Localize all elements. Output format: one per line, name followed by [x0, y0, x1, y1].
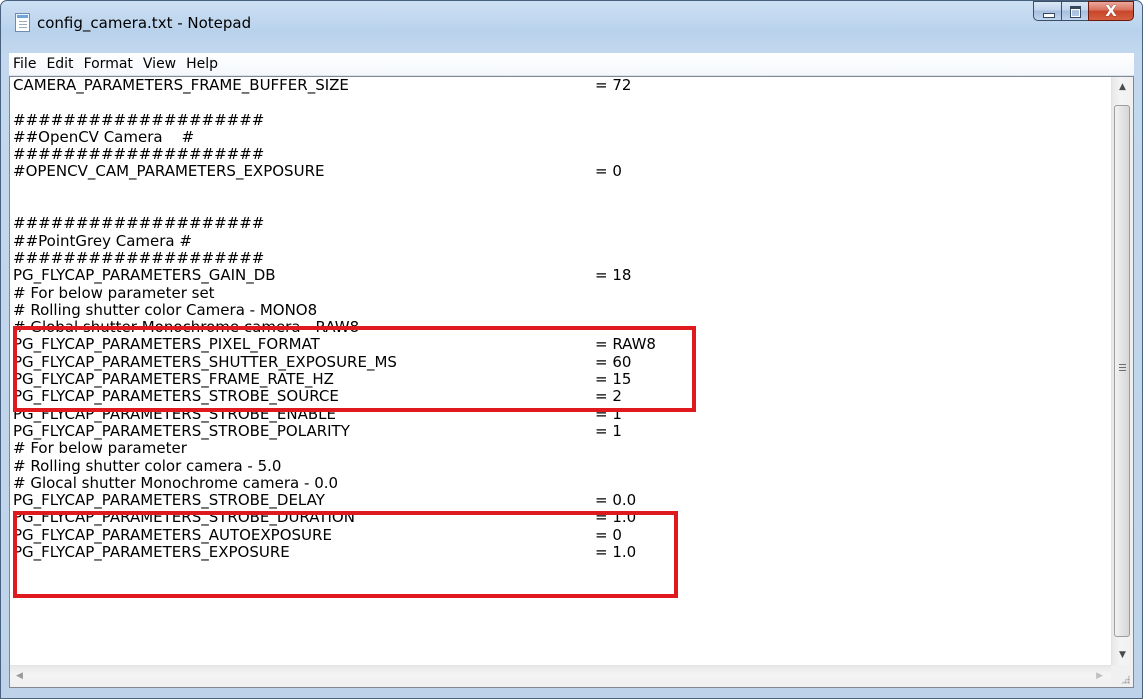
line-key: # For below parameter — [13, 439, 187, 458]
line-key: #################### — [13, 248, 265, 267]
line-key: PG_FLYCAP_PARAMETERS_PIXEL_FORMAT — [13, 335, 320, 354]
maximize-icon — [1070, 6, 1081, 18]
line-value: = 0 — [595, 162, 622, 181]
line-key: PG_FLYCAP_PARAMETERS_STROBE_DURATION — [13, 508, 355, 527]
line-key: PG_FLYCAP_PARAMETERS_STROBE_ENABLE — [13, 404, 336, 423]
line-value: = 1.0 — [595, 543, 637, 562]
text-line — [13, 94, 1111, 111]
line-key: PG_FLYCAP_PARAMETERS_AUTOEXPOSURE — [13, 525, 332, 544]
line-value: = 0 — [595, 525, 622, 544]
text-line: # Global shutter Monochrome camera - RAW… — [13, 318, 1111, 337]
line-value: = 15 — [595, 370, 632, 389]
line-value: = 0.0 — [595, 491, 637, 510]
text-line: # Glocal shutter Monochrome camera - 0.0 — [13, 473, 1111, 492]
line-key: PG_FLYCAP_PARAMETERS_STROBE_POLARITY — [13, 421, 350, 440]
scroll-right-arrow-icon[interactable]: ▶ — [1096, 666, 1103, 687]
line-key: # Glocal shutter Monochrome camera - 0.0 — [13, 473, 339, 492]
line-key: PG_FLYCAP_PARAMETERS_FRAME_RATE_HZ — [13, 370, 334, 389]
line-key: PG_FLYCAP_PARAMETERS_STROBE_SOURCE — [13, 387, 339, 406]
text-line: PG_FLYCAP_PARAMETERS_STROBE_DELAY = 0.0 — [13, 491, 1111, 510]
line-key: # Rolling shutter color Camera - MONO8 — [13, 300, 318, 319]
text-line: # Rolling shutter color Camera - MONO8 — [13, 300, 1111, 319]
text-line: PG_FLYCAP_PARAMETERS_SHUTTER_EXPOSURE_MS… — [13, 352, 1111, 371]
line-key: # For below parameter set — [13, 283, 215, 302]
line-value: = 1.0 — [595, 508, 637, 527]
line-key: PG_FLYCAP_PARAMETERS_STROBE_DELAY — [13, 491, 325, 510]
text-line — [13, 198, 1111, 215]
text-line: PG_FLYCAP_PARAMETERS_STROBE_DURATION = 1.… — [13, 508, 1111, 527]
scroll-up-arrow-icon[interactable]: ▲ — [1112, 77, 1133, 97]
text-line: #################### — [13, 145, 1111, 164]
line-value: = 18 — [595, 266, 632, 285]
menu-edit[interactable]: Edit — [41, 53, 78, 75]
text-line: # Rolling shutter color camera - 5.0 — [13, 456, 1111, 475]
window-title: config_camera.txt - Notepad — [37, 14, 252, 32]
text-line: #################### — [13, 110, 1111, 129]
notepad-icon[interactable] — [15, 13, 30, 32]
line-value: = 1 — [595, 404, 622, 423]
line-value: = 1 — [595, 421, 622, 440]
minimize-icon — [1043, 13, 1055, 18]
grip-icon — [1119, 364, 1126, 372]
line-value: = 72 — [595, 77, 632, 94]
text-line: PG_FLYCAP_PARAMETERS_STROBE_POLARITY = 1 — [13, 421, 1111, 440]
line-key: CAMERA_PARAMETERS_FRAME_BUFFER_SIZE — [13, 77, 349, 94]
caption-buttons: X — [1033, 1, 1134, 21]
vertical-scrollbar[interactable]: ▲ ▼ — [1111, 77, 1133, 665]
notepad-window: config_camera.txt - Notepad X File Edit … — [0, 0, 1143, 699]
text-line: ##PointGrey Camera # — [13, 231, 1111, 250]
line-key: #################### — [13, 214, 265, 233]
menu-view[interactable]: View — [138, 53, 181, 75]
line-key: PG_FLYCAP_PARAMETERS_EXPOSURE — [13, 543, 290, 562]
text-line: #################### — [13, 248, 1111, 267]
horizontal-scrollbar[interactable]: ◀ ▶ — [10, 665, 1111, 687]
text-line: #OPENCV_CAM_PARAMETERS_EXPOSURE = 0 — [13, 162, 1111, 181]
line-value: = RAW8 — [595, 335, 656, 354]
close-button[interactable]: X — [1088, 1, 1134, 21]
scroll-left-arrow-icon[interactable]: ◀ — [16, 666, 23, 687]
line-value: = 2 — [595, 387, 622, 406]
line-key: # Rolling shutter color camera - 5.0 — [13, 456, 282, 475]
text-line: PG_FLYCAP_PARAMETERS_PIXEL_FORMAT = RAW8 — [13, 335, 1111, 354]
title-bar[interactable]: config_camera.txt - Notepad X — [1, 1, 1142, 49]
vertical-scroll-thumb[interactable] — [1114, 105, 1130, 637]
editor-frame: CAMERA_PARAMETERS_FRAME_BUFFER_SIZE = 72 … — [9, 76, 1134, 688]
text-line: ##OpenCV Camera # — [13, 127, 1111, 146]
resize-grip-icon[interactable] — [1111, 665, 1133, 687]
line-value: = 60 — [595, 352, 632, 371]
text-line: PG_FLYCAP_PARAMETERS_AUTOEXPOSURE = 0 — [13, 525, 1111, 544]
line-key: #################### — [13, 145, 265, 164]
close-icon: X — [1105, 2, 1117, 20]
text-line: PG_FLYCAP_PARAMETERS_EXPOSURE = 1.0 — [13, 543, 1111, 562]
menu-file[interactable]: File — [9, 53, 41, 75]
text-line: # For below parameter set — [13, 283, 1111, 302]
maximize-button[interactable] — [1061, 1, 1088, 21]
menu-format[interactable]: Format — [79, 53, 138, 75]
line-key: ##OpenCV Camera # — [13, 127, 195, 146]
text-line: CAMERA_PARAMETERS_FRAME_BUFFER_SIZE = 72 — [13, 77, 1111, 94]
line-key: PG_FLYCAP_PARAMETERS_SHUTTER_EXPOSURE_MS — [13, 352, 397, 371]
text-line — [13, 181, 1111, 198]
text-line: PG_FLYCAP_PARAMETERS_STROBE_SOURCE = 2 — [13, 387, 1111, 406]
menu-bar: File Edit Format View Help — [9, 53, 1134, 76]
line-key: #OPENCV_CAM_PARAMETERS_EXPOSURE — [13, 162, 325, 181]
minimize-button[interactable] — [1033, 1, 1061, 21]
scroll-down-arrow-icon[interactable]: ▼ — [1112, 645, 1133, 665]
text-line: # For below parameter — [13, 439, 1111, 458]
text-line: PG_FLYCAP_PARAMETERS_GAIN_DB = 18 — [13, 266, 1111, 285]
text-line: PG_FLYCAP_PARAMETERS_STROBE_ENABLE = 1 — [13, 404, 1111, 423]
line-key: PG_FLYCAP_PARAMETERS_GAIN_DB — [13, 266, 276, 285]
text-line: #################### — [13, 214, 1111, 233]
line-key: #################### — [13, 110, 265, 129]
menu-help[interactable]: Help — [181, 53, 223, 75]
line-key: ##PointGrey Camera # — [13, 231, 192, 250]
line-key: # Global shutter Monochrome camera - RAW… — [13, 318, 360, 337]
text-line: PG_FLYCAP_PARAMETERS_FRAME_RATE_HZ = 15 — [13, 370, 1111, 389]
text-editor-area[interactable]: CAMERA_PARAMETERS_FRAME_BUFFER_SIZE = 72 … — [10, 77, 1111, 665]
